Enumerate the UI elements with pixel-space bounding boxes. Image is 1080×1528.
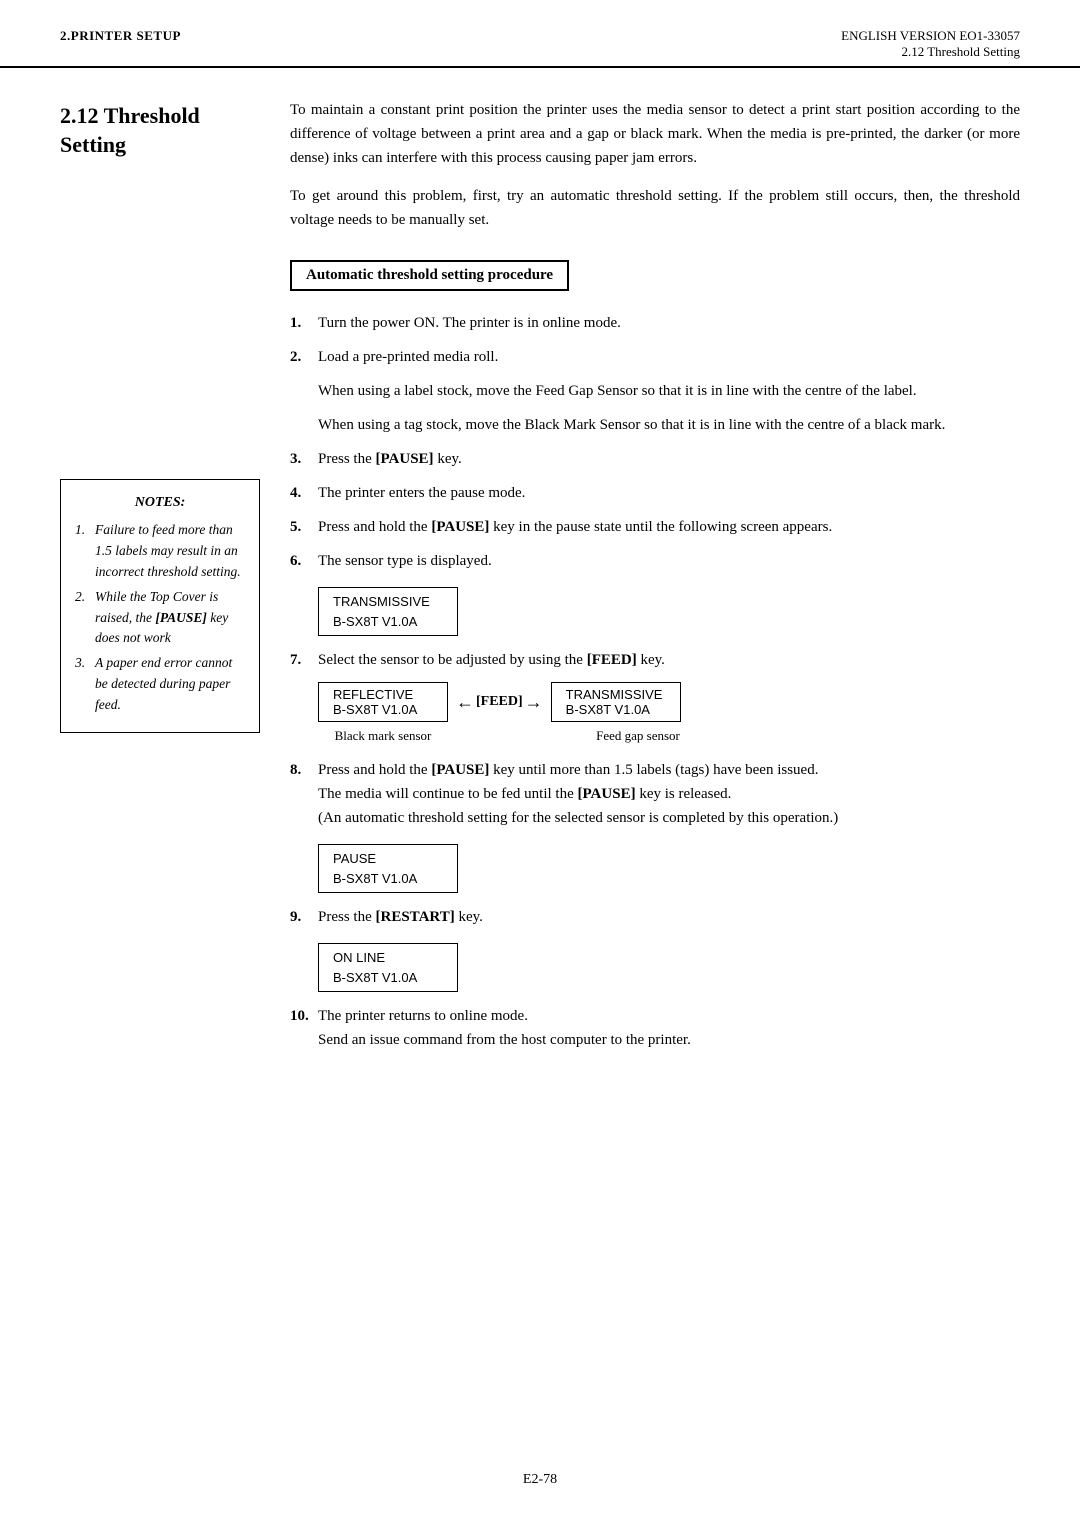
- note-item-3: 3. A paper end error cannot be detected …: [75, 653, 245, 716]
- step-6: 6. The sensor type is displayed.: [290, 549, 1020, 573]
- feed-box-right: TRANSMISSIVE B-SX8T V1.0A: [551, 682, 681, 722]
- step-10: 10. The printer returns to online mode. …: [290, 1004, 1020, 1052]
- screen-6-line2: B-SX8T V1.0A: [333, 612, 443, 632]
- feed-box-left-line1: REFLECTIVE: [333, 687, 433, 702]
- step-4: 4. The printer enters the pause mode.: [290, 481, 1020, 505]
- note-item-1: 1. Failure to feed more than 1.5 labels …: [75, 520, 245, 583]
- step-10-text: The printer returns to online mode. Send…: [318, 1004, 1020, 1052]
- footer: E2-78: [0, 1472, 1080, 1508]
- screen-6-line1: TRANSMISSIVE: [333, 592, 443, 612]
- screen-8: PAUSE B-SX8T V1.0A: [318, 844, 458, 893]
- step-2-sub2: When using a tag stock, move the Black M…: [318, 413, 1020, 437]
- screen-6: TRANSMISSIVE B-SX8T V1.0A: [318, 587, 458, 636]
- feed-box-left-line2: B-SX8T V1.0A: [333, 702, 433, 717]
- step-7-text: Select the sensor to be adjusted by usin…: [318, 648, 1020, 672]
- main-content: 2.12 Threshold Setting NOTES: 1. Failure…: [0, 98, 1080, 1062]
- step-1-text: Turn the power ON. The printer is in onl…: [318, 311, 1020, 335]
- step-9: 9. Press the [RESTART] key.: [290, 905, 1020, 929]
- screen-9-line1: ON LINE: [333, 948, 443, 968]
- page: 2.PRINTER SETUP ENGLISH VERSION EO1-3305…: [0, 0, 1080, 1528]
- header-right: ENGLISH VERSION EO1-33057 2.12 Threshold…: [841, 28, 1020, 60]
- step-2-sub1: When using a label stock, move the Feed …: [318, 379, 1020, 403]
- procedure-heading: Automatic threshold setting procedure: [290, 260, 569, 291]
- note-item-2: 2. While the Top Cover is raised, the [P…: [75, 587, 245, 650]
- screen-9-line2: B-SX8T V1.0A: [333, 968, 443, 988]
- feed-diagram: REFLECTIVE B-SX8T V1.0A ← [FEED] → TRANS…: [318, 682, 1020, 722]
- left-column: 2.12 Threshold Setting NOTES: 1. Failure…: [60, 98, 280, 1062]
- notes-list: 1. Failure to feed more than 1.5 labels …: [75, 520, 245, 716]
- step-3: 3. Press the [PAUSE] key.: [290, 447, 1020, 471]
- header-left: 2.PRINTER SETUP: [60, 28, 181, 44]
- step-1: 1. Turn the power ON. The printer is in …: [290, 311, 1020, 335]
- intro-para1: To maintain a constant print position th…: [290, 98, 1020, 170]
- step-5-text: Press and hold the [PAUSE] key in the pa…: [318, 515, 1020, 539]
- step-7: 7. Select the sensor to be adjusted by u…: [290, 648, 1020, 672]
- step-5: 5. Press and hold the [PAUSE] key in the…: [290, 515, 1020, 539]
- step-8-text: Press and hold the [PAUSE] key until mor…: [318, 758, 1020, 830]
- step-4-text: The printer enters the pause mode.: [318, 481, 1020, 505]
- notes-title: NOTES:: [75, 492, 245, 514]
- step-9-text: Press the [RESTART] key.: [318, 905, 1020, 929]
- feed-box-right-line2: B-SX8T V1.0A: [566, 702, 666, 717]
- screen-9: ON LINE B-SX8T V1.0A: [318, 943, 458, 992]
- step-2-text: Load a pre-printed media roll.: [318, 345, 1020, 369]
- feed-arrow: ← [FEED] →: [456, 692, 543, 713]
- step-2: 2. Load a pre-printed media roll.: [290, 345, 1020, 369]
- screen-8-line2: B-SX8T V1.0A: [333, 869, 443, 889]
- intro-para2: To get around this problem, first, try a…: [290, 184, 1020, 232]
- section-title: 2.12 Threshold Setting: [60, 102, 260, 159]
- page-number: E2-78: [523, 1472, 557, 1487]
- notes-box: NOTES: 1. Failure to feed more than 1.5 …: [60, 479, 260, 733]
- header-section: 2.12 Threshold Setting: [841, 44, 1020, 60]
- header-version: ENGLISH VERSION EO1-33057: [841, 28, 1020, 44]
- feed-label-right: Feed gap sensor: [568, 728, 708, 744]
- right-column: To maintain a constant print position th…: [280, 98, 1020, 1062]
- feed-box-left: REFLECTIVE B-SX8T V1.0A: [318, 682, 448, 722]
- feed-labels: Black mark sensor Feed gap sensor: [318, 728, 1020, 744]
- feed-box-right-line1: TRANSMISSIVE: [566, 687, 666, 702]
- step-3-text: Press the [PAUSE] key.: [318, 447, 1020, 471]
- step-8: 8. Press and hold the [PAUSE] key until …: [290, 758, 1020, 830]
- step-6-text: The sensor type is displayed.: [318, 549, 1020, 573]
- feed-label-left: Black mark sensor: [318, 728, 448, 744]
- header: 2.PRINTER SETUP ENGLISH VERSION EO1-3305…: [0, 0, 1080, 68]
- screen-8-line1: PAUSE: [333, 849, 443, 869]
